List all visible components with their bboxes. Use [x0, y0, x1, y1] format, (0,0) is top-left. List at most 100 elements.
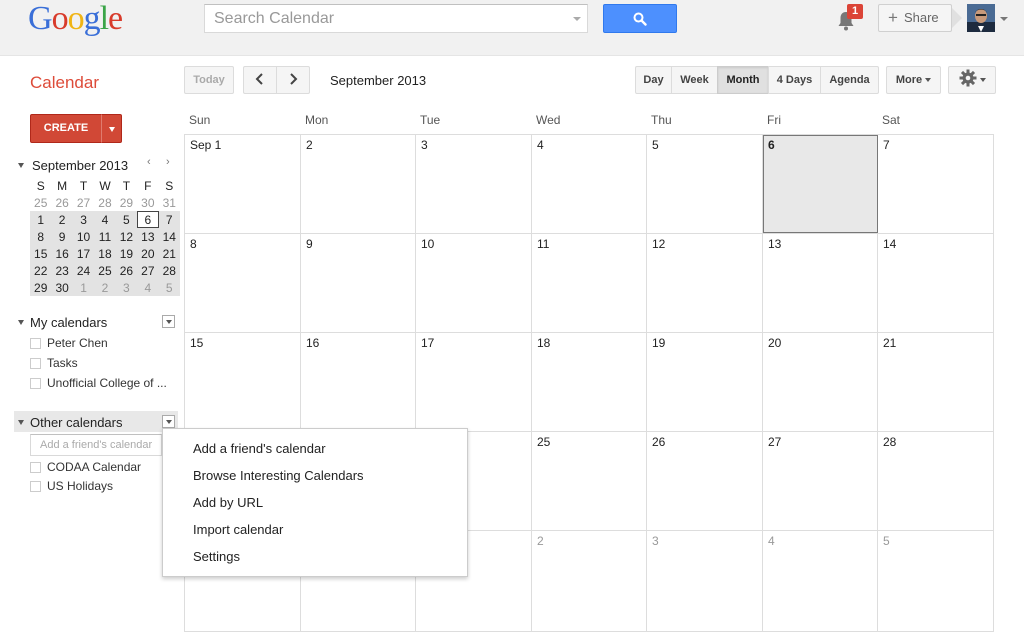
day-cell[interactable]: 16	[301, 333, 416, 431]
mini-day[interactable]: 30	[137, 194, 158, 211]
menu-item[interactable]: Add by URL	[163, 489, 467, 516]
calendar-list-item[interactable]: Tasks	[30, 356, 78, 374]
day-cell[interactable]: 2	[532, 531, 647, 631]
menu-item[interactable]: Settings	[163, 543, 467, 570]
menu-item[interactable]: Import calendar	[163, 516, 467, 543]
collapse-other-calendars-icon[interactable]	[18, 420, 24, 425]
day-number[interactable]: 5	[652, 138, 659, 152]
next-period-button[interactable]	[276, 66, 310, 94]
add-friend-calendar-input[interactable]	[30, 434, 162, 456]
mini-day[interactable]: 27	[137, 262, 159, 279]
day-number[interactable]: 15	[190, 336, 203, 350]
day-cell[interactable]: 8	[185, 234, 301, 332]
day-number[interactable]: 12	[652, 237, 665, 251]
day-number[interactable]: 16	[306, 336, 319, 350]
day-number[interactable]: 27	[768, 435, 781, 449]
mini-day[interactable]: 3	[115, 279, 138, 296]
mini-day[interactable]: 12	[115, 228, 138, 245]
day-cell[interactable]: 3	[647, 531, 763, 631]
day-number[interactable]: 4	[768, 534, 775, 548]
day-cell[interactable]: 26	[647, 432, 763, 530]
day-cell[interactable]: 2	[301, 135, 416, 233]
share-button[interactable]: + Share	[878, 4, 952, 32]
mini-day[interactable]: 28	[158, 262, 180, 279]
mini-day[interactable]: 14	[158, 228, 180, 245]
mini-day[interactable]: 4	[94, 211, 116, 228]
menu-item[interactable]: Browse Interesting Calendars	[163, 462, 467, 489]
day-number[interactable]: 4	[537, 138, 544, 152]
view-month-button[interactable]: Month	[717, 66, 769, 94]
mini-day[interactable]: 24	[72, 262, 95, 279]
mini-day[interactable]: 7	[158, 211, 180, 228]
day-number[interactable]: 6	[768, 138, 775, 152]
day-number[interactable]: 10	[421, 237, 434, 251]
mini-day[interactable]: 26	[115, 262, 138, 279]
day-number[interactable]: 13	[768, 237, 781, 251]
day-number[interactable]: 20	[768, 336, 781, 350]
mini-day[interactable]: 26	[51, 194, 72, 211]
day-number[interactable]: 17	[421, 336, 434, 350]
day-cell[interactable]: 6	[763, 135, 878, 233]
mini-day[interactable]: 29	[116, 194, 137, 211]
mini-day[interactable]: 1	[30, 211, 52, 228]
mini-day[interactable]: 21	[158, 245, 180, 262]
mini-day[interactable]: 29	[30, 279, 52, 296]
day-cell[interactable]: 10	[416, 234, 532, 332]
create-options-button[interactable]	[101, 114, 122, 143]
day-cell[interactable]: 18	[532, 333, 647, 431]
calendar-list-item[interactable]: CODAA Calendar	[30, 460, 141, 478]
day-cell[interactable]: 19	[647, 333, 763, 431]
mini-day[interactable]: 4	[137, 279, 159, 296]
mini-day[interactable]: 3	[72, 211, 95, 228]
mini-calendar-title[interactable]: September 2013	[32, 158, 128, 173]
day-number[interactable]: 9	[306, 237, 313, 251]
today-button[interactable]: Today	[184, 66, 234, 94]
day-cell[interactable]: 14	[878, 234, 994, 332]
day-cell[interactable]: 3	[416, 135, 532, 233]
day-cell[interactable]: Sep 1	[185, 135, 301, 233]
calendar-list-item[interactable]: US Holidays	[30, 479, 113, 497]
mini-day[interactable]: 25	[94, 262, 116, 279]
collapse-mini-calendar-icon[interactable]	[18, 163, 24, 168]
day-number[interactable]: 5	[883, 534, 890, 548]
day-number[interactable]: 25	[537, 435, 550, 449]
calendar-color-checkbox[interactable]	[30, 358, 41, 369]
calendar-list-item[interactable]: Peter Chen	[30, 336, 108, 354]
my-calendars-menu-button[interactable]	[162, 315, 175, 328]
search-input[interactable]	[205, 5, 555, 32]
google-logo[interactable]: Google	[28, 0, 123, 38]
account-dropdown-icon[interactable]	[1000, 17, 1008, 21]
more-button[interactable]: More	[886, 66, 941, 94]
mini-day[interactable]: 11	[94, 228, 116, 245]
day-number[interactable]: 19	[652, 336, 665, 350]
day-cell[interactable]: 4	[763, 531, 878, 631]
day-cell[interactable]: 4	[532, 135, 647, 233]
mini-day[interactable]: 15	[30, 245, 52, 262]
day-cell[interactable]: 12	[647, 234, 763, 332]
mini-day[interactable]: 20	[137, 245, 159, 262]
mini-day[interactable]: 5	[115, 211, 138, 228]
day-number[interactable]: 14	[883, 237, 896, 251]
notification-count-badge[interactable]: 1	[847, 4, 863, 19]
day-number[interactable]: 3	[421, 138, 428, 152]
day-number[interactable]: 11	[537, 237, 549, 251]
calendar-color-checkbox[interactable]	[30, 378, 41, 389]
day-number[interactable]: 2	[306, 138, 313, 152]
mini-calendar-prev-button[interactable]: ‹	[147, 156, 151, 168]
mini-day[interactable]: 18	[94, 245, 116, 262]
calendar-color-checkbox[interactable]	[30, 481, 41, 492]
day-cell[interactable]: 11	[532, 234, 647, 332]
view-agenda-button[interactable]: Agenda	[820, 66, 879, 94]
calendar-list-item[interactable]: Unofficial College of ...	[30, 376, 167, 394]
calendar-color-checkbox[interactable]	[30, 462, 41, 473]
day-cell[interactable]: 15	[185, 333, 301, 431]
day-number[interactable]: 3	[652, 534, 659, 548]
day-number[interactable]: 28	[883, 435, 896, 449]
day-cell[interactable]: 17	[416, 333, 532, 431]
day-number[interactable]: Sep 1	[190, 138, 221, 152]
mini-day[interactable]: 10	[72, 228, 95, 245]
day-cell[interactable]: 27	[763, 432, 878, 530]
day-cell[interactable]: 9	[301, 234, 416, 332]
day-cell[interactable]: 13	[763, 234, 878, 332]
day-number[interactable]: 21	[883, 336, 896, 350]
